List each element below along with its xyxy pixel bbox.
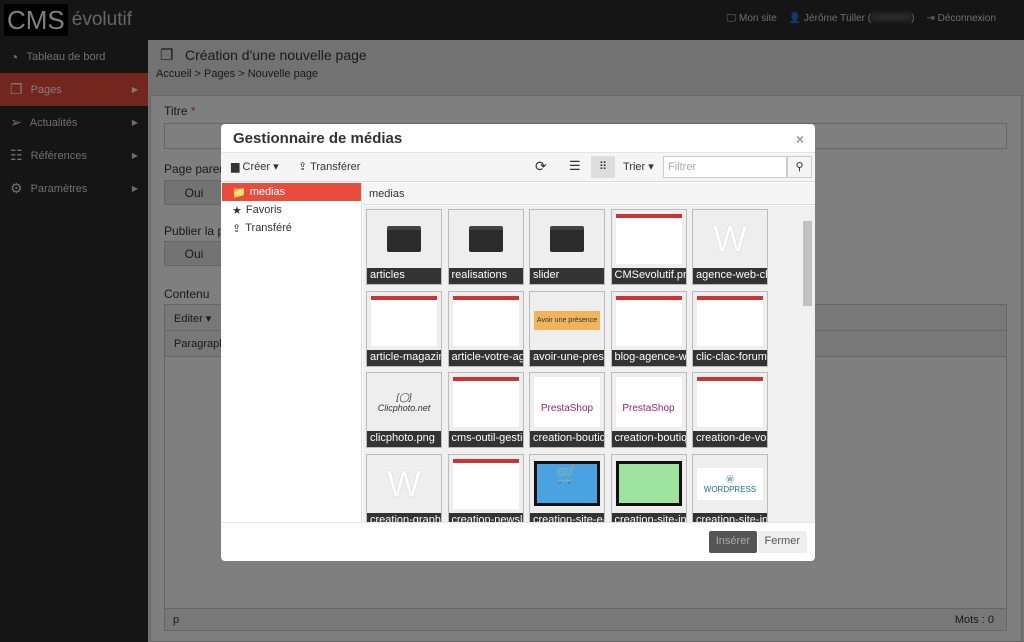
file-tile[interactable]: creation-newsle [447, 453, 524, 522]
upload-button[interactable]: ⇪ Transférer [298, 160, 360, 173]
file-tile[interactable]: article-magazin [366, 290, 442, 367]
upload-icon: ⇪ [298, 161, 311, 173]
file-tile[interactable]: creation-de-vos [692, 372, 768, 448]
file-tile[interactable]: Avoir une présence avoir-une-prese [529, 290, 605, 367]
file-name: creation-site-ins [611, 512, 686, 522]
file-name: article-magazin [367, 349, 441, 366]
create-button[interactable]: ▆ Créer ▾ [231, 160, 279, 173]
toolbar: ▆ Créer ▾ ⇪ Transférer ⟳ ☰ ⠿ Trier ▾ Fil… [221, 153, 815, 182]
image-thumbnail: PrestaShop [615, 377, 682, 427]
file-tile[interactable]: blog-agence-we [610, 290, 687, 367]
file-name: creation-newsle [448, 512, 523, 522]
upload-icon: ⇪ [232, 222, 242, 235]
file-tile[interactable]: Wagence-web-ch [692, 209, 768, 285]
folder-tile[interactable]: slider [529, 209, 605, 285]
file-tile[interactable]: Wcreation-graphi [366, 453, 442, 522]
image-thumbnail [371, 295, 437, 346]
folder-icon [534, 214, 600, 264]
modal-title: Gestionnaire de médias [233, 130, 403, 147]
file-tile[interactable]: 🛒 creation-site-e- [529, 453, 605, 522]
file-name: creation-boutiq [611, 431, 686, 447]
image-thumbnail: [◯] Clicphoto.net [377, 391, 431, 413]
file-name: creation-site-inf [693, 512, 767, 522]
file-name: articles [367, 268, 441, 284]
image-thumbnail: Ⓦ WORDPRESS [697, 459, 763, 509]
file-tile[interactable]: creation-site-ins [610, 453, 687, 522]
image-thumbnail [697, 377, 763, 427]
folder-icon: 📁 [232, 186, 246, 199]
file-name: clicphoto.png [367, 431, 441, 447]
file-name: avoir-une-prese [530, 349, 604, 366]
file-name: slider [530, 268, 604, 284]
file-tile[interactable]: PrestaShop creation-boutiq [610, 372, 687, 448]
file-tile[interactable]: article-votre-ag [447, 290, 524, 367]
folder-icon [371, 214, 437, 264]
file-tile[interactable]: [◯] Clicphoto.net clicphoto.png [366, 372, 442, 448]
file-name: creation-de-vos [693, 431, 767, 447]
current-path: medias [363, 183, 815, 205]
file-name: clic-clac-forum- [693, 349, 767, 366]
file-name: cms-outil-gestio [448, 431, 523, 447]
search-icon[interactable]: ⚲ [787, 156, 812, 178]
tree-item[interactable]: 📁 medias [222, 183, 361, 201]
image-thumbnail [615, 214, 682, 264]
folder-tile[interactable]: articles [366, 209, 442, 285]
image-thumbnail: W [387, 462, 421, 504]
file-tile[interactable]: cms-outil-gestio [447, 372, 524, 448]
file-name: creation-site-e- [530, 512, 604, 522]
file-tile[interactable]: PrestaShop creation-boutiq [529, 372, 605, 448]
image-thumbnail: 🛒 [534, 459, 600, 509]
file-tile[interactable]: clic-clac-forum- [692, 290, 768, 367]
image-thumbnail [697, 295, 763, 346]
folder-tree: 📁 medias ★ Favoris ⇪ Transféré [222, 183, 362, 522]
close-button[interactable]: Fermer [757, 531, 807, 553]
list-view-icon[interactable]: ☰ [569, 158, 581, 174]
refresh-icon[interactable]: ⟳ [535, 158, 547, 175]
image-thumbnail [615, 295, 682, 346]
file-tile[interactable]: Ⓦ WORDPRESS creation-site-inf [692, 453, 768, 522]
image-thumbnail: W [713, 218, 747, 259]
file-name: article-votre-ag [448, 349, 523, 366]
folder-tile[interactable]: realisations [447, 209, 524, 285]
file-name: realisations [448, 268, 523, 284]
sort-button[interactable]: Trier ▾ [623, 160, 654, 173]
image-thumbnail [452, 295, 519, 346]
folder-plus-icon: ▆ [231, 161, 243, 173]
close-icon[interactable]: × [796, 131, 804, 147]
image-thumbnail [615, 459, 682, 509]
file-name: creation-boutiq [530, 431, 604, 447]
insert-button[interactable]: Insérer [708, 531, 757, 553]
file-name: agence-web-ch [693, 268, 767, 284]
scrollbar[interactable] [803, 211, 812, 519]
tree-item[interactable]: ⇪ Transféré [222, 219, 361, 237]
file-name: creation-graphi [367, 512, 441, 522]
file-grid: articles realisations slider CMSevolutif.pn… [363, 206, 815, 522]
grid-view-icon[interactable]: ⠿ [591, 156, 615, 178]
image-thumbnail [452, 458, 519, 509]
filter-input[interactable]: Filtrer [663, 156, 787, 178]
file-name: blog-agence-we [611, 349, 686, 366]
scrollbar-thumb[interactable] [803, 221, 812, 306]
image-thumbnail: Avoir une présence [534, 296, 600, 346]
tree-item[interactable]: ★ Favoris [222, 201, 361, 219]
folder-icon [453, 214, 519, 264]
file-tile[interactable]: CMSevolutif.png [610, 209, 687, 285]
image-thumbnail: PrestaShop [534, 377, 600, 427]
media-manager-modal: Gestionnaire de médias × ▆ Créer ▾ ⇪ Tran… [221, 124, 815, 561]
file-name: CMSevolutif.png [611, 268, 686, 284]
star-icon: ★ [232, 204, 242, 217]
image-thumbnail [452, 377, 519, 427]
